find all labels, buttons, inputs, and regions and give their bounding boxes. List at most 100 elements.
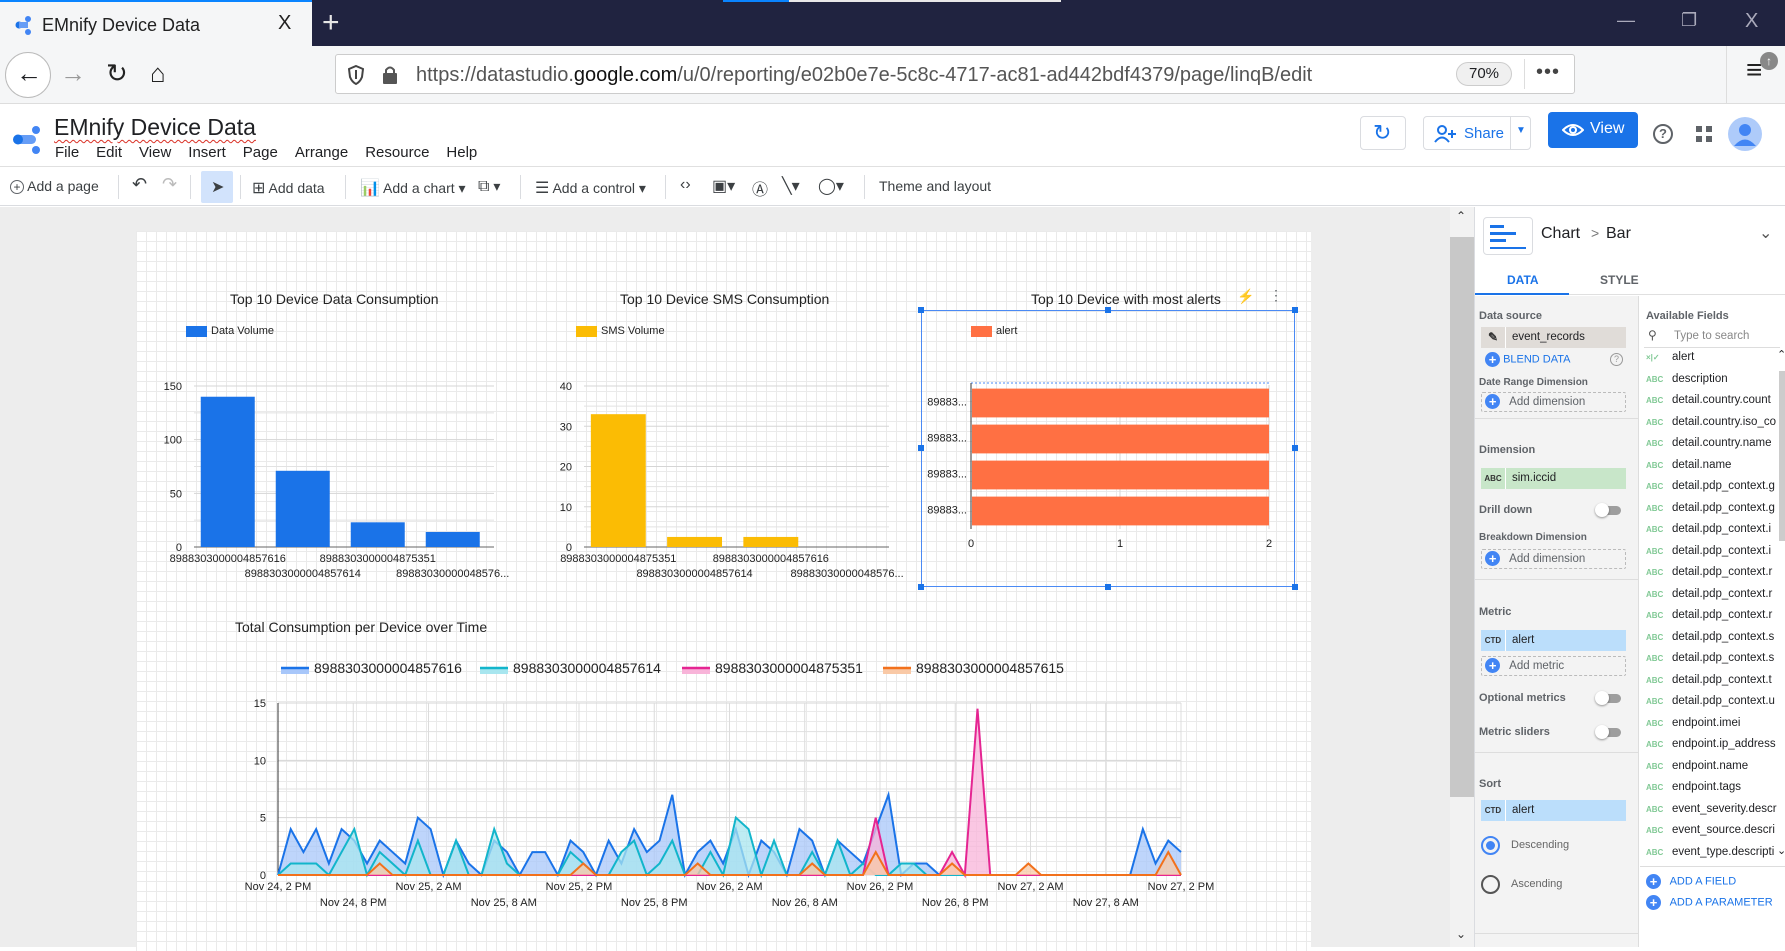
field-list-scrollbar[interactable]: ⌃ ⌄ [1777, 349, 1785, 861]
field-item[interactable]: ABC detail.pdp_context.i [1646, 545, 1778, 557]
field-item[interactable]: ABC event_type.descripti [1646, 846, 1778, 858]
reload-icon[interactable]: ↻ [106, 58, 128, 89]
shield-icon[interactable] [348, 65, 364, 85]
menu-insert[interactable]: Insert [188, 144, 234, 161]
add-date-dimension-button[interactable]: + Add dimension [1481, 392, 1626, 412]
sort-chip[interactable]: CTD alert [1481, 800, 1626, 821]
select-tool-button[interactable]: ➤ [201, 171, 233, 203]
metric-sliders-toggle[interactable] [1595, 725, 1621, 739]
report-title[interactable]: EMnify Device Data [54, 114, 256, 141]
drill-down-toggle[interactable] [1595, 503, 1621, 517]
image-icon[interactable]: ▣▾ [712, 176, 735, 196]
add-breakdown-dimension-button[interactable]: + Add dimension [1481, 549, 1626, 569]
address-bar[interactable]: https://datastudio.google.com/u/0/report… [335, 54, 1575, 94]
menu-edit[interactable]: Edit [96, 144, 130, 161]
scroll-up-icon[interactable]: ⌃ [1456, 209, 1466, 223]
restore-icon[interactable]: ❐ [1681, 10, 1697, 31]
apps-grid-icon[interactable] [1696, 126, 1712, 142]
field-search-input[interactable]: ⚲ Type to search [1644, 326, 1780, 348]
view-button[interactable]: View [1548, 112, 1638, 148]
undo-icon[interactable]: ↶ [132, 174, 147, 195]
text-icon[interactable]: Ⓐ [752, 176, 768, 200]
embed-url-icon[interactable]: ‹› [680, 176, 691, 194]
field-item[interactable]: ABC detail.country.name [1646, 437, 1778, 449]
field-item[interactable]: ABC detail.name [1646, 459, 1778, 471]
theme-layout-button[interactable]: Theme and layout [879, 178, 991, 194]
minimize-icon[interactable]: — [1617, 10, 1635, 31]
alerts-chart[interactable]: Top 10 Device with most alerts ⚡ ⋮ alert… [918, 281, 1304, 590]
share-button[interactable]: Share ▼ [1423, 116, 1531, 150]
account-avatar[interactable] [1728, 117, 1762, 151]
field-item[interactable]: ABC detail.country.count [1646, 394, 1778, 406]
field-item[interactable]: ABC detail.pdp_context.s [1646, 631, 1778, 643]
add-page-button[interactable]: + Add a page [10, 178, 99, 194]
field-item[interactable]: ABC detail.pdp_context.g [1646, 480, 1778, 492]
menu-help[interactable]: Help [446, 144, 485, 161]
help-icon[interactable]: ? [1653, 124, 1673, 144]
data-source-chip[interactable]: ✎ event_records [1481, 327, 1626, 348]
field-item[interactable]: ABC detail.country.iso_co [1646, 416, 1778, 428]
line-icon[interactable]: ╲▾ [782, 176, 800, 196]
metric-chip[interactable]: CTD alert [1481, 630, 1626, 651]
field-item[interactable]: ABC detail.pdp_context.u [1646, 695, 1778, 707]
add-chart-button[interactable]: 📊 Add a chart ▾ [360, 178, 466, 198]
tab-style[interactable]: STYLE [1600, 273, 1639, 287]
menu-page[interactable]: Page [243, 144, 286, 161]
field-item[interactable]: ABC endpoint.imei [1646, 717, 1778, 729]
menu-resource[interactable]: Resource [365, 144, 437, 161]
pencil-icon[interactable]: ✎ [1481, 327, 1506, 348]
help-icon[interactable]: ? [1610, 353, 1623, 366]
add-metric-button[interactable]: + Add metric [1481, 656, 1626, 676]
optional-metrics-toggle[interactable] [1595, 691, 1621, 705]
close-window-icon[interactable]: X [1745, 10, 1758, 33]
resize-handle[interactable] [1105, 584, 1111, 590]
bar-chart-type-icon[interactable] [1483, 217, 1533, 255]
canvas-scrollbar[interactable]: ⌃ ⌄ [1450, 207, 1474, 947]
add-control-button[interactable]: ☰ Add a control ▾ [535, 178, 646, 198]
page-actions-icon[interactable]: ••• [1536, 61, 1560, 84]
field-item[interactable]: ABC endpoint.tags [1646, 781, 1778, 793]
menu-arrange[interactable]: Arrange [295, 144, 356, 161]
new-tab-icon[interactable]: + [322, 6, 340, 40]
menu-view[interactable]: View [139, 144, 179, 161]
redo-icon[interactable]: ↷ [162, 174, 177, 195]
menu-file[interactable]: File [55, 144, 87, 161]
zoom-level-badge[interactable]: 70% [1456, 62, 1512, 86]
field-item[interactable]: ABC detail.pdp_context.t [1646, 674, 1778, 686]
field-item[interactable]: ABC detail.pdp_context.r [1646, 609, 1778, 621]
dimension-chip[interactable]: ABC sim.iccid [1481, 468, 1626, 489]
field-item[interactable]: ABC event_severity.descr [1646, 803, 1778, 815]
field-item[interactable]: ×|✓ alert [1646, 351, 1778, 363]
chevron-down-icon[interactable]: ⌄ [1759, 223, 1772, 243]
shape-icon[interactable]: ◯▾ [818, 176, 844, 196]
browser-tab[interactable]: EMnify Device Data X [0, 0, 312, 46]
scrollbar-thumb[interactable] [1450, 237, 1474, 797]
url-text[interactable]: https://datastudio.google.com/u/0/report… [416, 64, 1312, 87]
home-icon[interactable]: ⌂ [150, 58, 166, 89]
field-item[interactable]: ABC endpoint.ip_address [1646, 738, 1778, 750]
community-viz-button[interactable]: ⧉ ▾ [478, 178, 500, 196]
data-consumption-chart[interactable]: Top 10 Device Data Consumption Data Volu… [146, 281, 516, 580]
datastudio-logo[interactable] [10, 122, 44, 156]
resize-handle[interactable] [1292, 584, 1298, 590]
sms-consumption-chart[interactable]: Top 10 Device SMS Consumption SMS Volume… [531, 281, 911, 580]
consumption-over-time-chart[interactable]: Total Consumption per Device over Time 0… [176, 611, 1296, 951]
add-data-button[interactable]: ⊞ Add data [252, 178, 325, 198]
field-item[interactable]: ABC detail.pdp_context.g [1646, 502, 1778, 514]
refresh-data-button[interactable]: ↻ [1360, 116, 1406, 150]
field-item[interactable]: ABC detail.pdp_context.r [1646, 588, 1778, 600]
report-page[interactable]: Top 10 Device Data Consumption Data Volu… [136, 231, 1311, 951]
add-parameter-button[interactable]: + ADD A PARAMETER [1646, 895, 1773, 910]
field-item[interactable]: ABC endpoint.name [1646, 760, 1778, 772]
add-field-button[interactable]: + ADD A FIELD [1646, 874, 1736, 889]
close-tab-icon[interactable]: X [278, 12, 291, 35]
blend-data-button[interactable]: + BLEND DATA [1485, 352, 1571, 367]
back-button[interactable]: ← [5, 52, 51, 98]
field-item[interactable]: ABC detail.pdp_context.i [1646, 523, 1778, 535]
field-item[interactable]: ABC detail.pdp_context.s [1646, 652, 1778, 664]
scroll-down-icon[interactable]: ⌄ [1456, 927, 1466, 941]
forward-icon[interactable]: → [60, 58, 86, 89]
field-item[interactable]: ABC event_source.descri [1646, 824, 1778, 836]
resize-handle[interactable] [918, 584, 924, 590]
lock-icon[interactable] [382, 65, 398, 85]
